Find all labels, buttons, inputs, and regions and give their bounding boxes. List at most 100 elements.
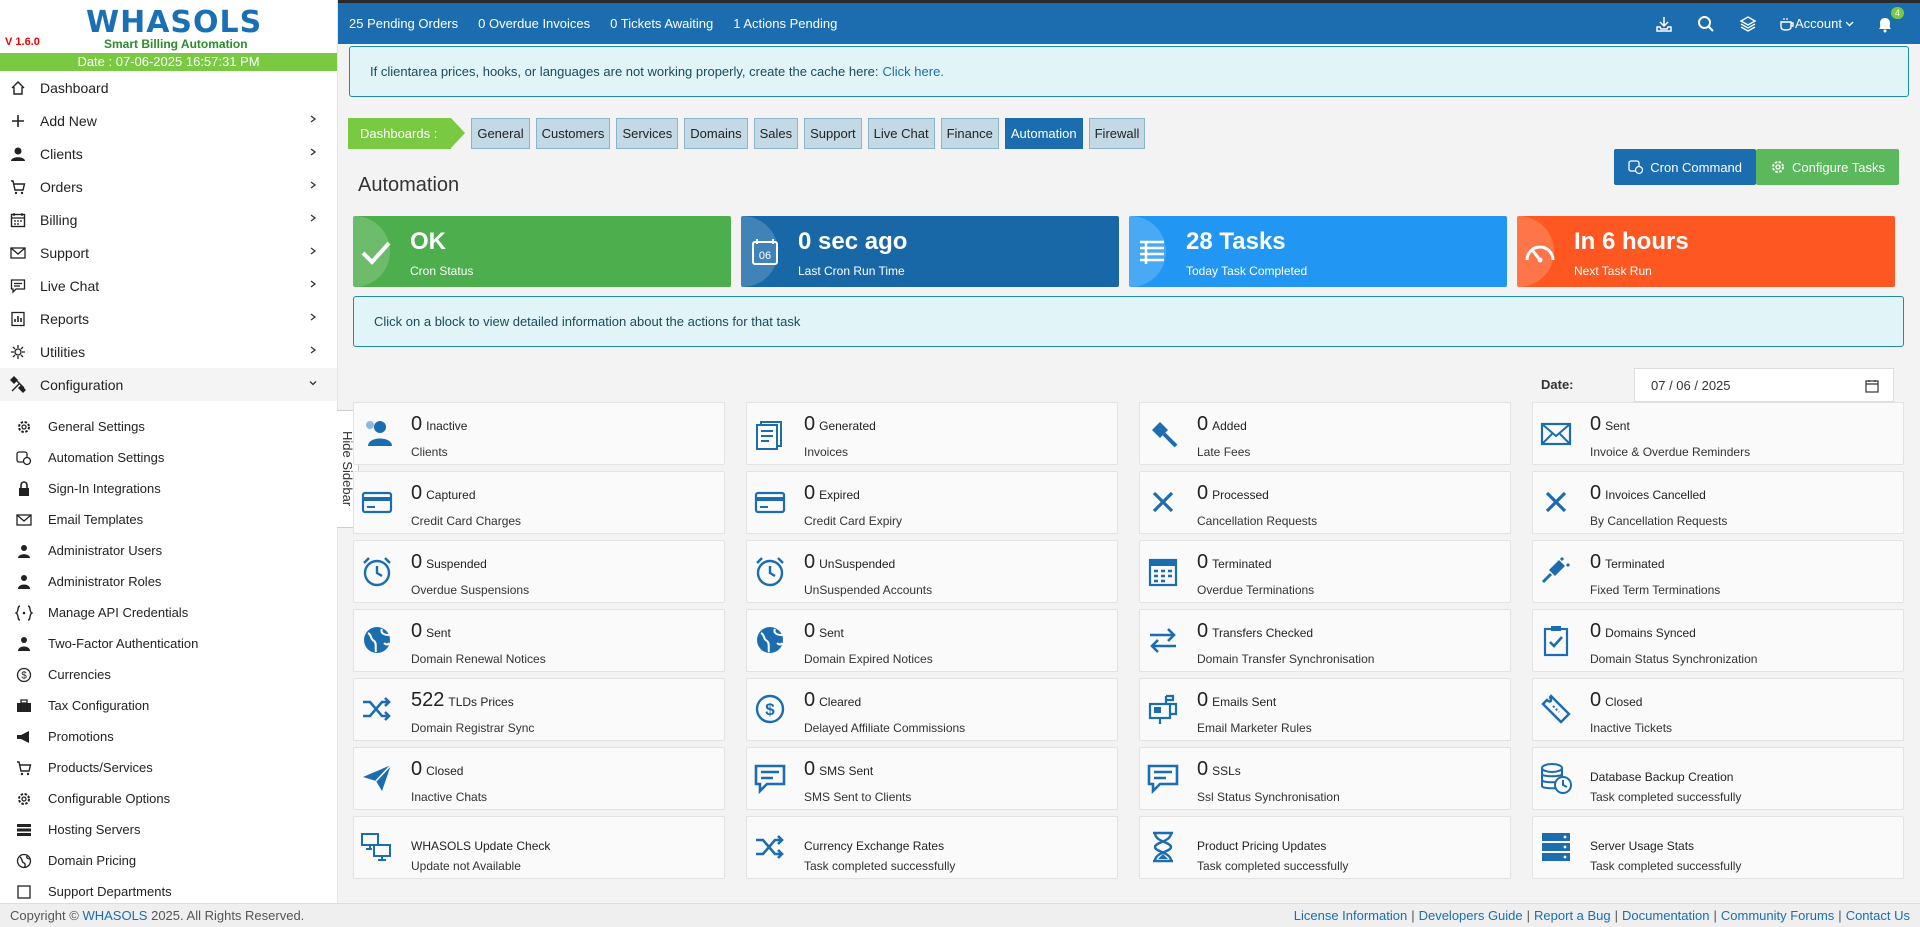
tab-firewall[interactable]: Firewall (1088, 118, 1146, 149)
date-input[interactable]: 07 / 06 / 2025 (1634, 368, 1894, 402)
configure-tasks-button[interactable]: Configure Tasks (1756, 149, 1899, 185)
task-card[interactable]: 0 Closed Inactive Tickets (1532, 678, 1904, 741)
task-card[interactable]: 522 TLDs Prices Domain Registrar Sync (353, 678, 725, 741)
task-card[interactable]: 0 SMS Sent SMS Sent to Clients (746, 747, 1118, 810)
tab-customers[interactable]: Customers (535, 118, 611, 149)
task-card[interactable]: 0 Added Late Fees (1139, 402, 1511, 465)
sidebar-item-dashboard[interactable]: Dashboard (0, 71, 337, 104)
submenu-item-hosting-servers[interactable]: Hosting Servers (0, 814, 337, 845)
user-tie-icon (14, 572, 34, 592)
tab-general[interactable]: General (471, 118, 530, 149)
sidebar-item-configuration[interactable]: Configuration (0, 368, 337, 401)
hourglass-icon (1153, 831, 1173, 863)
submenu-item-products-services[interactable]: Products/Services (0, 752, 337, 783)
account-menu[interactable]: Account (1779, 16, 1854, 31)
task-card[interactable]: Currency Exchange Rates Task completed su… (746, 816, 1118, 879)
submenu-item-email-templates[interactable]: Email Templates (0, 504, 337, 535)
stat-next-task-run[interactable]: In 6 hours Next Task Run (1517, 216, 1895, 287)
sidebar-item-utilities[interactable]: Utilities (0, 335, 337, 368)
submenu-item-sign-in-integrations[interactable]: Sign-In Integrations (0, 473, 337, 504)
sidebar-item-support[interactable]: Support (0, 236, 337, 269)
tab-finance[interactable]: Finance (940, 118, 999, 149)
task-card[interactable]: 0 Expired Credit Card Expiry (746, 471, 1118, 534)
cron-command-button[interactable]: Cron Command (1614, 149, 1757, 185)
stat-last-cron-run[interactable]: 06 0 sec ago Last Cron Run Time (741, 216, 1119, 287)
notifications-bell-icon[interactable]: 4 (1874, 6, 1904, 35)
submenu-item-promotions[interactable]: Promotions (0, 721, 337, 752)
footer-link-developers-guide[interactable]: Developers Guide (1419, 908, 1523, 923)
submenu-item-currencies[interactable]: $ Currencies (0, 659, 337, 690)
sidebar-item-add-new[interactable]: Add New (0, 104, 337, 137)
brand-link[interactable]: WHASOLS (82, 908, 147, 923)
sidebar-item-billing[interactable]: Billing (0, 203, 337, 236)
utilities-icon (8, 342, 28, 362)
pending-orders-link[interactable]: 25 Pending Orders (349, 16, 458, 31)
task-card[interactable]: 0 Processed Cancellation Requests (1139, 471, 1511, 534)
task-card[interactable]: 0 Sent Domain Expired Notices (746, 609, 1118, 672)
footer-link-license[interactable]: License Information (1294, 908, 1407, 923)
task-card[interactable]: 0 Generated Invoices (746, 402, 1118, 465)
task-card[interactable]: 0 Sent Domain Renewal Notices (353, 609, 725, 672)
task-card[interactable]: 0 Sent Invoice & Overdue Reminders (1532, 402, 1904, 465)
task-card[interactable]: 0 Suspended Overdue Suspensions (353, 540, 725, 603)
download-icon[interactable] (1653, 13, 1675, 35)
task-card[interactable]: $0 Cleared Delayed Affiliate Commissions (746, 678, 1118, 741)
sidebar-item-orders[interactable]: Orders (0, 170, 337, 203)
account-label: Account (1795, 16, 1842, 31)
submenu-item-automation-settings[interactable]: Automation Settings (0, 442, 337, 473)
actions-pending-link[interactable]: 1 Actions Pending (733, 16, 837, 31)
task-card[interactable]: 0 Captured Credit Card Charges (353, 471, 725, 534)
footer-link-documentation[interactable]: Documentation (1622, 908, 1709, 923)
cache-notice-link[interactable]: Click here. (883, 64, 944, 79)
task-card[interactable]: 0 Terminated Overdue Terminations (1139, 540, 1511, 603)
layers-icon[interactable] (1737, 13, 1759, 35)
submenu-item-support-departments[interactable]: Support Departments (0, 876, 337, 903)
task-card[interactable]: 0 Emails Sent Email Marketer Rules (1139, 678, 1511, 741)
submenu-item-configurable-options[interactable]: Configurable Options (0, 783, 337, 814)
task-card[interactable]: 0 Terminated Fixed Term Terminations (1532, 540, 1904, 603)
overdue-invoices-link[interactable]: 0 Overdue Invoices (478, 16, 590, 31)
sidebar-item-label: Orders (40, 178, 83, 195)
submenu-item-manage-api-credentials[interactable]: Manage API Credentials (0, 597, 337, 628)
tab-support[interactable]: Support (804, 118, 862, 149)
task-card[interactable]: 0 UnSuspended UnSuspended Accounts (746, 540, 1118, 603)
footer-link-contact-us[interactable]: Contact Us (1846, 908, 1910, 923)
stat-today-tasks[interactable]: 28 Tasks Today Task Completed (1129, 216, 1507, 287)
sidebar-item-live-chat[interactable]: Live Chat (0, 269, 337, 302)
logo[interactable]: V 1.6.0 WHASOLS Smart Billing Automation (0, 0, 337, 53)
task-card[interactable]: 0 Transfers Checked Domain Transfer Synchr… (1139, 609, 1511, 672)
search-icon[interactable] (1695, 13, 1717, 35)
submenu-item-general-settings[interactable]: General Settings (0, 411, 337, 442)
task-card[interactable]: 0 Closed Inactive Chats (353, 747, 725, 810)
task-card[interactable]: 0 Domains Synced Domain Status Synchroniza… (1532, 609, 1904, 672)
footer-link-report-bug[interactable]: Report a Bug (1534, 908, 1611, 923)
calendar-icon[interactable] (1865, 379, 1879, 393)
tab-services[interactable]: Services (616, 118, 679, 149)
task-card[interactable]: Server Usage Stats Task completed success… (1532, 816, 1904, 879)
task-card[interactable]: 0 SSLs Ssl Status Synchronisation (1139, 747, 1511, 810)
footer-link-community-forums[interactable]: Community Forums (1721, 908, 1834, 923)
tab-live-chat[interactable]: Live Chat (867, 118, 935, 149)
sidebar-item-clients[interactable]: Clients (0, 137, 337, 170)
task-card[interactable]: 0 Invoices Cancelled By Cancellation Reque… (1532, 471, 1904, 534)
submenu-item-domain-pricing[interactable]: Domain Pricing (0, 845, 337, 876)
tab-domains[interactable]: Domains (684, 118, 748, 149)
submenu-item-tax-configuration[interactable]: Tax Configuration (0, 690, 337, 721)
task-card[interactable]: Product Pricing Updates Task completed su… (1139, 816, 1511, 879)
task-count-unit: Domains Synced (1605, 626, 1696, 640)
separator: | (1614, 908, 1619, 923)
stat-cron-status[interactable]: OK Cron Status (353, 216, 731, 287)
task-card[interactable]: 0 Inactive Clients (353, 402, 725, 465)
task-count: 0 SSLs (1197, 758, 1241, 781)
task-card[interactable]: Database Backup Creation Task completed s… (1532, 747, 1904, 810)
task-count-unit: Expired (819, 488, 860, 502)
tickets-awaiting-link[interactable]: 0 Tickets Awaiting (610, 16, 713, 31)
submenu-item-two-factor-authentication[interactable]: Two-Factor Authentication (0, 628, 337, 659)
tab-automation[interactable]: Automation (1004, 118, 1083, 149)
sidebar-item-reports[interactable]: Reports (0, 302, 337, 335)
submenu-item-administrator-roles[interactable]: Administrator Roles (0, 566, 337, 597)
task-card[interactable]: WHASOLS Update Check Update not Available (353, 816, 725, 879)
footer: Copyright © WHASOLS 2025. All Rights Res… (0, 903, 1920, 927)
tab-sales[interactable]: Sales (753, 118, 799, 149)
submenu-item-administrator-users[interactable]: Administrator Users (0, 535, 337, 566)
